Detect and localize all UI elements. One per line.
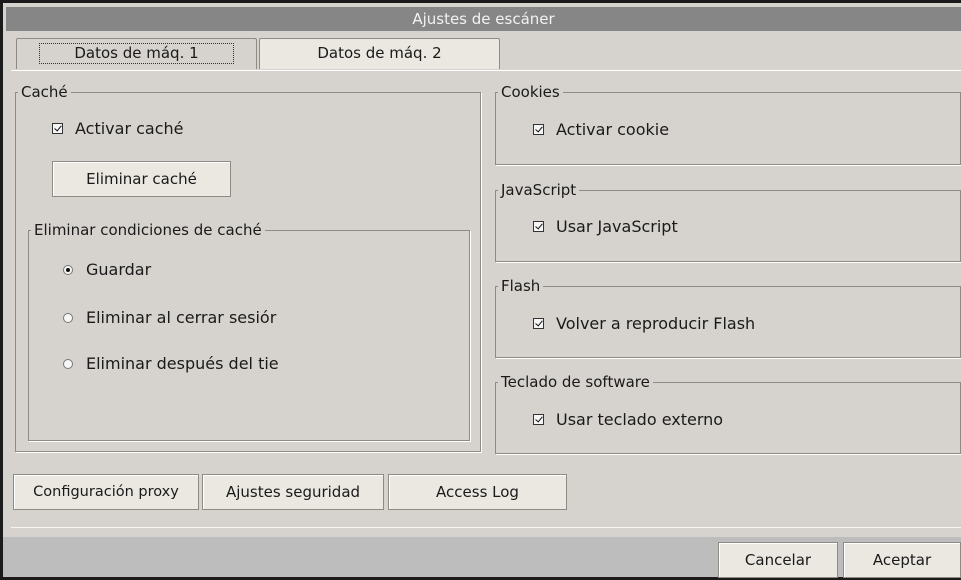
delete-cache-label: Eliminar caché [86,170,197,188]
use-javascript-checkbox[interactable]: Usar JavaScript [533,217,678,236]
tab-machine-data-1[interactable]: Datos de máq. 1 [16,38,257,69]
cancel-button[interactable]: Cancelar [718,542,838,578]
checkbox-checked-icon [52,123,63,134]
delete-cache-button[interactable]: Eliminar caché [52,161,231,197]
cache-conditions-legend: Eliminar condiciones de caché [34,221,262,239]
radio-selected-icon [63,264,73,275]
radio-delete-on-logout[interactable]: Eliminar al cerrar sesiór [63,308,276,327]
enable-cookie-checkbox[interactable]: Activar cookie [533,120,669,139]
proxy-settings-button[interactable]: Configuración proxy [13,474,199,510]
radio-delete-after-time[interactable]: Eliminar después del tie [63,354,279,373]
title-bar: Ajustes de escáner [6,7,961,31]
checkbox-checked-icon [533,221,544,232]
checkbox-checked-icon [533,124,544,135]
radio-delete-on-logout-label: Eliminar al cerrar sesiór [86,308,277,327]
radio-unselected-icon [63,358,73,369]
enable-cache-checkbox[interactable]: Activar caché [52,119,184,138]
radio-unselected-icon [63,312,73,323]
tab-label: Datos de máq. 1 [39,43,234,64]
radio-save[interactable]: Guardar [63,260,151,279]
window-title: Ajustes de escáner [412,10,555,28]
cache-legend: Caché [21,83,68,101]
checkbox-checked-icon [533,414,544,425]
access-log-label: Access Log [436,483,519,501]
tab-machine-data-2[interactable]: Datos de máq. 2 [259,38,500,69]
enable-cookie-label: Activar cookie [556,120,670,139]
external-keyboard-label: Usar teclado externo [556,410,724,429]
cookies-legend: Cookies [501,83,560,101]
software-keyboard-legend: Teclado de software [501,373,650,391]
tab-label: Datos de máq. 2 [317,44,442,62]
cache-conditions-group: Eliminar condiciones de caché [28,221,470,441]
external-keyboard-checkbox[interactable]: Usar teclado externo [533,410,723,429]
flash-legend: Flash [501,277,541,295]
radio-save-label: Guardar [86,260,152,279]
cancel-label: Cancelar [744,551,812,569]
accept-button[interactable]: Aceptar [843,542,961,578]
security-settings-button[interactable]: Ajustes seguridad [202,474,384,510]
accept-label: Aceptar [872,551,932,569]
security-settings-label: Ajustes seguridad [225,483,361,501]
enable-cache-label: Activar caché [75,119,184,138]
javascript-legend: JavaScript [501,181,577,199]
tab-divider [11,70,961,71]
replay-flash-label: Volver a reproducir Flash [556,314,756,333]
footer-divider [11,527,961,528]
proxy-settings-label: Configuración proxy [33,484,179,500]
checkbox-checked-icon [533,318,544,329]
use-javascript-label: Usar JavaScript [556,217,678,236]
replay-flash-checkbox[interactable]: Volver a reproducir Flash [533,314,755,333]
access-log-button[interactable]: Access Log [388,474,567,510]
radio-delete-after-time-label: Eliminar después del tie [86,354,279,373]
